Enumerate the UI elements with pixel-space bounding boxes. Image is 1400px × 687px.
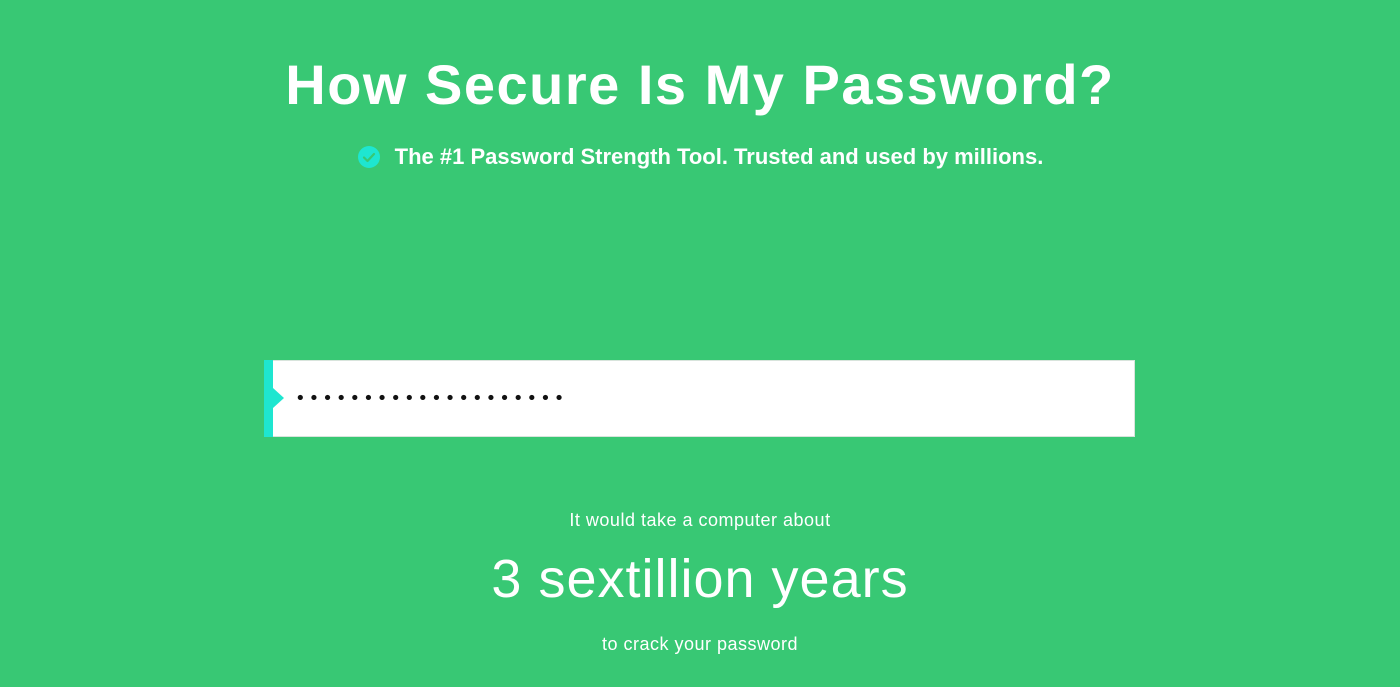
password-field-container[interactable] — [264, 360, 1135, 437]
input-focus-marker — [264, 360, 284, 437]
crack-time: 3 sextillion years — [491, 549, 909, 609]
verified-badge-icon — [357, 145, 381, 169]
tagline: The #1 Password Strength Tool. Trusted a… — [0, 142, 1400, 172]
password-input[interactable] — [295, 361, 1115, 436]
result-prefix: It would take a computer about — [569, 510, 831, 530]
page-title: How Secure Is My Password? — [285, 53, 1115, 116]
tagline-text: The #1 Password Strength Tool. Trusted a… — [394, 144, 1044, 169]
result-suffix: to crack your password — [601, 634, 799, 654]
